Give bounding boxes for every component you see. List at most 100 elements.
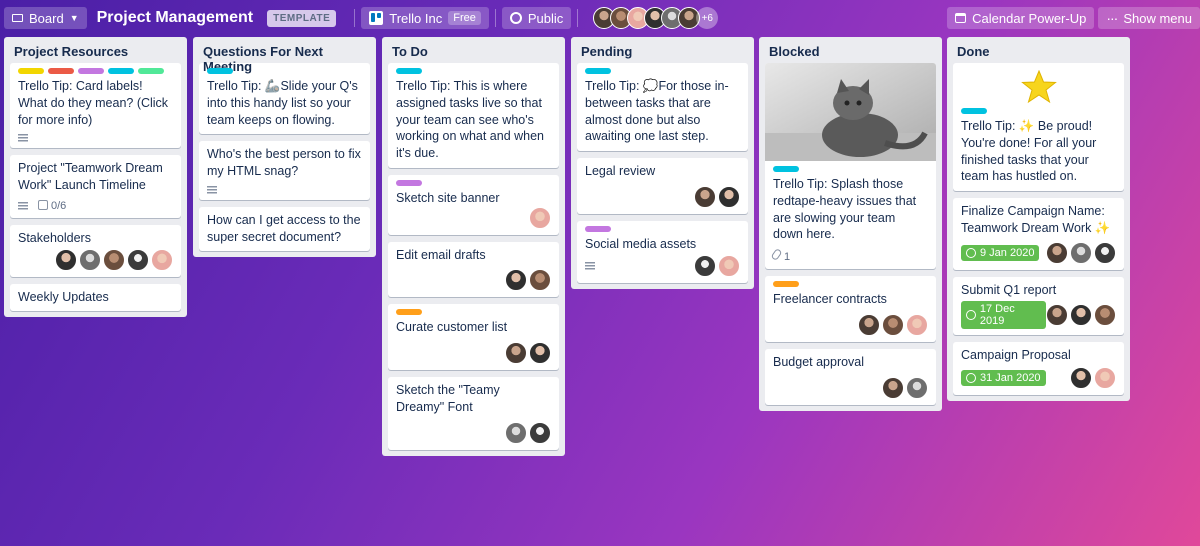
- list-title[interactable]: Project Resources: [10, 37, 181, 63]
- avatar[interactable]: [529, 342, 551, 364]
- card[interactable]: Who's the best person to fix my HTML sna…: [199, 141, 370, 200]
- card[interactable]: Curate customer list: [388, 304, 559, 370]
- card-labels: [396, 68, 551, 74]
- card[interactable]: How can I get access to the super secret…: [199, 206, 370, 252]
- avatar[interactable]: [1094, 241, 1116, 264]
- visibility-button[interactable]: Public: [501, 7, 572, 29]
- due-date-badge[interactable]: 9 Jan 2020: [961, 244, 1040, 261]
- label-sky[interactable]: [773, 166, 799, 172]
- card[interactable]: Trello Tip: Splash those redtape-heavy i…: [765, 63, 936, 269]
- avatar[interactable]: [718, 185, 740, 208]
- calendar-icon: [955, 13, 967, 23]
- label-purple[interactable]: [585, 225, 611, 232]
- template-badge: TEMPLATE: [267, 9, 337, 27]
- avatar[interactable]: [505, 342, 527, 364]
- avatar[interactable]: [882, 376, 904, 399]
- label-orange[interactable]: [773, 281, 799, 287]
- avatar[interactable]: [1094, 304, 1116, 327]
- card-members: [773, 376, 928, 399]
- avatar[interactable]: [1094, 367, 1116, 389]
- label-purple[interactable]: [396, 179, 422, 186]
- avatar[interactable]: [694, 254, 716, 277]
- avatar[interactable]: [529, 269, 551, 292]
- label-sky[interactable]: [585, 68, 611, 74]
- card[interactable]: Legal review: [577, 158, 748, 214]
- label-yellow[interactable]: [18, 68, 44, 74]
- card-labels: [396, 179, 551, 186]
- card-members: [1070, 367, 1116, 389]
- card-title: Social media assets: [585, 236, 697, 251]
- list-pending: Pending Trello Tip: 💭For those in-betwee…: [571, 37, 754, 289]
- more-members-button[interactable]: +6: [696, 7, 719, 29]
- list-title[interactable]: To Do: [388, 37, 559, 63]
- card-title: Edit email drafts: [396, 247, 486, 262]
- show-menu-button[interactable]: ··· Show menu: [1098, 7, 1200, 29]
- avatar[interactable]: [882, 313, 904, 336]
- card[interactable]: Trello Tip: 🦾Slide your Q's into this ha…: [199, 63, 370, 135]
- card-badges: 0/6: [18, 199, 173, 212]
- avatar[interactable]: [858, 313, 880, 336]
- card[interactable]: Sketch site banner: [388, 174, 559, 235]
- avatar[interactable]: [1070, 304, 1092, 327]
- label-sky[interactable]: [396, 68, 422, 74]
- card[interactable]: Stakeholders: [10, 224, 181, 277]
- avatar[interactable]: [529, 421, 551, 444]
- card[interactable]: Weekly Updates: [10, 283, 181, 312]
- team-button[interactable]: Trello Inc Free: [361, 7, 489, 29]
- label-orange[interactable]: [396, 309, 422, 316]
- label-sky[interactable]: [961, 108, 987, 114]
- card-labels: [773, 281, 928, 287]
- card-labels: [773, 166, 928, 172]
- avatar[interactable]: [529, 206, 551, 229]
- card[interactable]: Submit Q1 report 17 Dec 2019: [953, 276, 1124, 336]
- card[interactable]: Edit email drafts: [388, 241, 559, 298]
- avatar[interactable]: [55, 248, 77, 271]
- card[interactable]: Finalize Campaign Name: Teamwork Dream W…: [953, 198, 1124, 270]
- label-sky[interactable]: [207, 68, 233, 74]
- label-sky[interactable]: [108, 68, 134, 74]
- card-members: [694, 254, 740, 277]
- attachment-count: 1: [784, 251, 791, 263]
- list-title[interactable]: Pending: [577, 37, 748, 63]
- chevron-down-icon: ▼: [69, 13, 79, 23]
- avatar[interactable]: [1046, 241, 1068, 264]
- divider: [577, 9, 579, 27]
- card-cover: [961, 68, 1116, 108]
- avatar[interactable]: [151, 248, 173, 271]
- avatar[interactable]: [505, 421, 527, 444]
- card[interactable]: Trello Tip: ✨ Be proud! You're done! For…: [953, 63, 1124, 191]
- card[interactable]: Budget approval: [765, 348, 936, 405]
- avatar[interactable]: [1070, 367, 1092, 389]
- label-purple[interactable]: [78, 68, 104, 74]
- card-title: Legal review: [585, 164, 656, 178]
- avatar[interactable]: [718, 254, 740, 277]
- avatar[interactable]: [1070, 241, 1092, 264]
- avatar[interactable]: [906, 313, 928, 336]
- card[interactable]: Trello Tip: 💭For those in-between tasks …: [577, 63, 748, 151]
- avatar[interactable]: [906, 376, 928, 399]
- avatar[interactable]: [127, 248, 149, 271]
- list-title[interactable]: Done: [953, 37, 1124, 63]
- card[interactable]: Project "Teamwork Dream Work" Launch Tim…: [10, 155, 181, 218]
- card-title: Who's the best person to fix my HTML sna…: [207, 147, 361, 178]
- due-date-badge[interactable]: 17 Dec 2019: [961, 301, 1046, 330]
- card[interactable]: Campaign Proposal 31 Jan 2020: [953, 342, 1124, 395]
- card[interactable]: Freelancer contracts: [765, 276, 936, 342]
- avatar[interactable]: [79, 248, 101, 271]
- card[interactable]: Trello Tip: Card labels! What do they me…: [10, 63, 181, 149]
- list-title[interactable]: Questions For Next Meeting: [199, 37, 370, 74]
- label-red[interactable]: [48, 68, 74, 74]
- card[interactable]: Sketch the "Teamy Dreamy" Font: [388, 377, 559, 450]
- list-title[interactable]: Blocked: [765, 37, 936, 63]
- due-date-badge[interactable]: 31 Jan 2020: [961, 370, 1046, 386]
- board-switcher-button[interactable]: Board ▼: [4, 7, 87, 29]
- avatar[interactable]: [1046, 304, 1068, 327]
- label-lime[interactable]: [138, 68, 164, 74]
- calendar-powerup-button[interactable]: Calendar Power-Up: [947, 7, 1095, 29]
- avatar[interactable]: [505, 269, 527, 292]
- avatar[interactable]: [103, 248, 125, 271]
- board-title[interactable]: Project Management: [97, 9, 253, 27]
- card[interactable]: Social media assets: [577, 220, 748, 283]
- avatar[interactable]: [694, 185, 716, 208]
- card[interactable]: Trello Tip: This is where assigned tasks…: [388, 63, 559, 168]
